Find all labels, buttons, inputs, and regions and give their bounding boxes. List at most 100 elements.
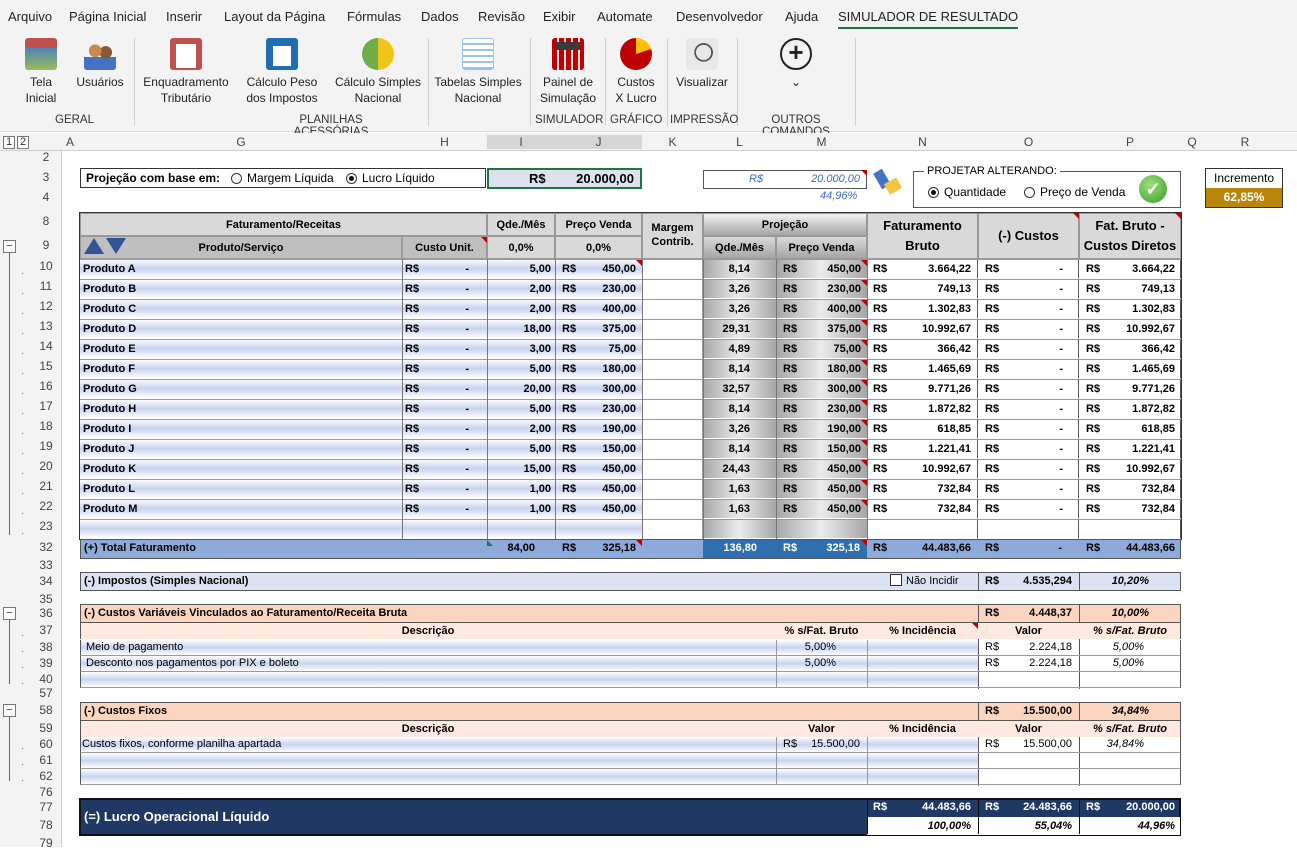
outline-level-1[interactable]: 1: [3, 136, 15, 149]
product-qty[interactable]: 20,00: [487, 379, 555, 399]
row-header[interactable]: 59: [30, 721, 62, 735]
product-name[interactable]: Produto L: [80, 479, 402, 499]
menu-desenvolvedor[interactable]: Desenvolvedor: [676, 9, 763, 24]
row-header[interactable]: 77: [30, 800, 62, 814]
product-name[interactable]: Produto D: [80, 319, 402, 339]
product-name[interactable]: Produto E: [80, 339, 402, 359]
chevron-down-icon[interactable]: ⌄: [775, 74, 817, 90]
row-header[interactable]: 60: [30, 737, 62, 751]
radio-margem-liquida[interactable]: Margem Líquida: [231, 169, 334, 187]
row-header[interactable]: 61: [30, 753, 62, 767]
collapse-group-variable-costs[interactable]: −: [3, 607, 16, 620]
product-name[interactable]: Produto G: [80, 379, 402, 399]
product-name[interactable]: Produto C: [80, 299, 402, 319]
row-header[interactable]: 21: [30, 479, 62, 493]
row-header[interactable]: 4: [30, 190, 62, 204]
row-header[interactable]: 23: [30, 519, 62, 533]
menu-inserir[interactable]: Inserir: [166, 9, 202, 24]
menu-ajuda[interactable]: Ajuda: [785, 9, 818, 24]
product-name[interactable]: Produto M: [80, 499, 402, 519]
collapse-group-fixed-costs[interactable]: −: [3, 704, 16, 717]
row-header[interactable]: 36: [30, 606, 62, 620]
col-l[interactable]: L: [703, 135, 776, 149]
custos-lucro-button[interactable]: Custos X Lucro: [612, 34, 660, 106]
nao-incidir-checkbox[interactable]: Não Incidir: [890, 574, 959, 587]
product-name[interactable]: Produto F: [80, 359, 402, 379]
col-q[interactable]: Q: [1181, 135, 1203, 149]
row-header[interactable]: 62: [30, 769, 62, 783]
row-header[interactable]: 57: [30, 686, 62, 700]
product-qty[interactable]: 2,00: [487, 419, 555, 439]
row-header[interactable]: 17: [30, 399, 62, 413]
col-j[interactable]: J: [555, 135, 642, 149]
cost-pct-cell[interactable]: [776, 769, 867, 784]
product-name[interactable]: Produto I: [80, 419, 402, 439]
product-name[interactable]: Produto K: [80, 459, 402, 479]
product-qty[interactable]: 5,00: [487, 359, 555, 379]
row-header[interactable]: 18: [30, 419, 62, 433]
cost-pct-cell[interactable]: [776, 753, 867, 768]
col-o[interactable]: O: [978, 135, 1079, 149]
product-name[interactable]: Produto B: [80, 279, 402, 299]
row-header[interactable]: 58: [30, 703, 62, 717]
row-header[interactable]: 79: [30, 836, 62, 850]
col-n[interactable]: N: [867, 135, 978, 149]
col-r[interactable]: R: [1203, 135, 1287, 149]
row-header[interactable]: 38: [30, 640, 62, 654]
col-g[interactable]: G: [80, 135, 402, 149]
product-name[interactable]: [80, 519, 402, 539]
calculo-simples-button[interactable]: Cálculo Simples Nacional: [332, 34, 424, 106]
menu-revisao[interactable]: Revisão: [478, 9, 525, 24]
cost-inc-cell[interactable]: [867, 640, 978, 655]
product-qty[interactable]: 5,00: [487, 399, 555, 419]
radio-preco-venda[interactable]: Preço de Venda: [1024, 185, 1125, 199]
outros-comandos-button[interactable]: + ⌄: [775, 34, 817, 90]
projecao-value-input[interactable]: R$ 20.000,00: [487, 168, 642, 189]
row-header[interactable]: 78: [30, 818, 62, 832]
product-name[interactable]: Produto A: [80, 259, 402, 279]
row-header[interactable]: 16: [30, 379, 62, 393]
row-header[interactable]: 8: [30, 214, 62, 228]
row-header[interactable]: 12: [30, 299, 62, 313]
row-header[interactable]: 76: [30, 785, 62, 799]
product-qty[interactable]: 18,00: [487, 319, 555, 339]
col-k[interactable]: K: [642, 135, 703, 149]
cost-desc-cell[interactable]: [81, 640, 776, 655]
row-header[interactable]: 14: [30, 339, 62, 353]
product-qty[interactable]: 2,00: [487, 299, 555, 319]
col-h[interactable]: H: [402, 135, 487, 149]
confirm-check-icon[interactable]: ✓: [1139, 175, 1167, 203]
row-header[interactable]: 10: [30, 259, 62, 273]
cost-inc-cell[interactable]: [867, 656, 978, 671]
cost-desc-cell[interactable]: [81, 753, 776, 768]
usuarios-button[interactable]: Usuários: [74, 34, 126, 90]
row-header[interactable]: 15: [30, 359, 62, 373]
menu-pagina-inicial[interactable]: Página Inicial: [69, 9, 146, 24]
calculo-peso-button[interactable]: Cálculo Peso dos Impostos: [244, 34, 320, 106]
product-qty[interactable]: 3,00: [487, 339, 555, 359]
visualizar-button[interactable]: Visualizar: [673, 34, 731, 90]
col-m[interactable]: M: [776, 135, 867, 149]
cost-inc-cell[interactable]: [867, 753, 978, 768]
product-name[interactable]: Produto J: [80, 439, 402, 459]
row-header[interactable]: 39: [30, 656, 62, 670]
menu-automate[interactable]: Automate: [597, 9, 653, 24]
col-p[interactable]: P: [1079, 135, 1181, 149]
outline-level-2[interactable]: 2: [17, 136, 29, 149]
collapse-group-products[interactable]: −: [3, 240, 16, 253]
enquadramento-button[interactable]: Enquadramento Tributário: [140, 34, 232, 106]
cost-desc-cell[interactable]: [81, 672, 776, 687]
product-cost-cur[interactable]: [402, 519, 487, 539]
row-header[interactable]: 13: [30, 319, 62, 333]
row-header[interactable]: 33: [30, 558, 62, 572]
row-header[interactable]: 9: [30, 238, 62, 252]
row-header[interactable]: 34: [30, 574, 62, 588]
cost-inc-cell[interactable]: [867, 769, 978, 784]
cost-pct-cell[interactable]: [776, 672, 867, 687]
cost-inc-cell[interactable]: [867, 672, 978, 687]
row-header[interactable]: 2: [30, 150, 62, 164]
product-qty[interactable]: 1,00: [487, 479, 555, 499]
col-a[interactable]: A: [62, 135, 78, 149]
row-header[interactable]: 11: [30, 279, 62, 293]
menu-arquivo[interactable]: Arquivo: [8, 9, 52, 24]
